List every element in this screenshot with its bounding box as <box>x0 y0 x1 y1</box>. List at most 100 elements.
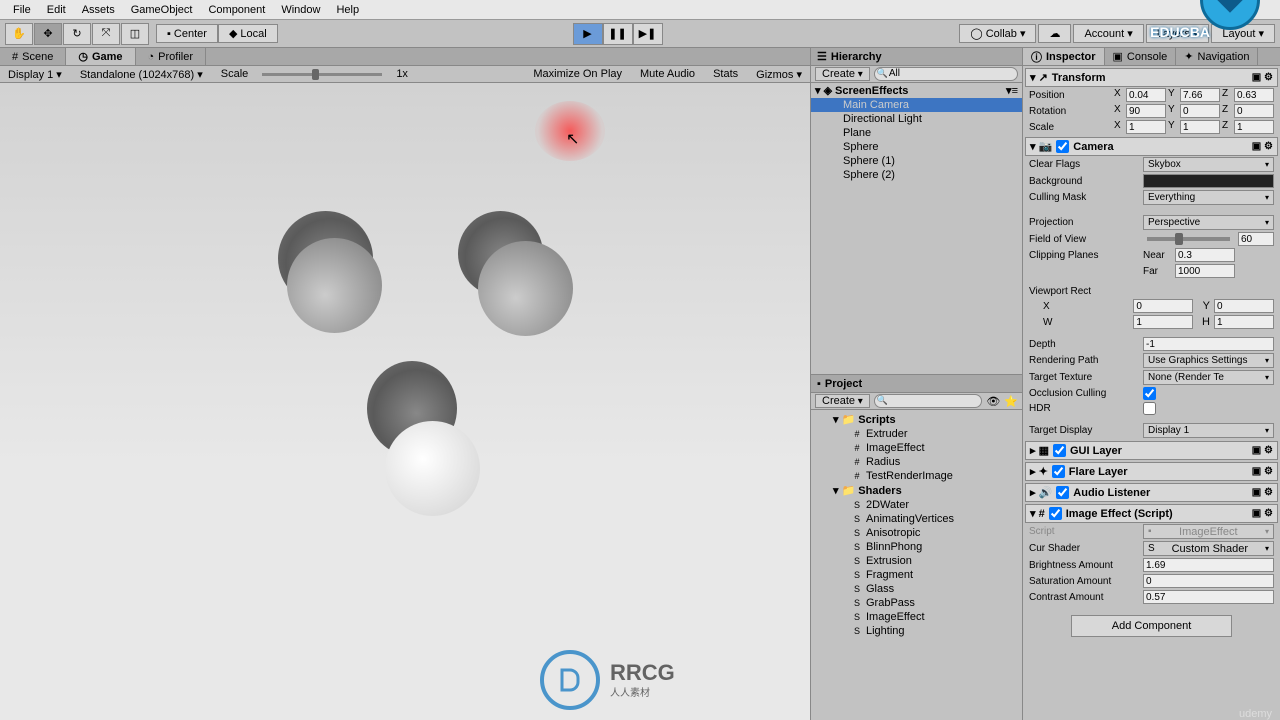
rotation-x-field[interactable] <box>1126 104 1166 118</box>
viewport-y-field[interactable] <box>1214 299 1274 313</box>
project-item[interactable]: SAnimatingVertices <box>811 512 1022 526</box>
gear-icon[interactable]: ▣ ⚙ <box>1252 487 1273 498</box>
image-effect-header[interactable]: ▾ # Image Effect (Script)▣ ⚙ <box>1025 504 1278 523</box>
camera-component-header[interactable]: ▾ 📷 Camera▣ ⚙ <box>1025 137 1278 156</box>
project-item[interactable]: S2DWater <box>811 498 1022 512</box>
gear-icon[interactable]: ▣ ⚙ <box>1252 141 1273 152</box>
transform-component-header[interactable]: ▾ ↗ Transform▣ ⚙ <box>1025 68 1278 87</box>
hierarchy-item-main-camera[interactable]: Main Camera <box>811 98 1022 112</box>
rotation-z-field[interactable] <box>1234 104 1274 118</box>
project-item[interactable]: SImageEffect <box>811 610 1022 624</box>
viewport-w-field[interactable] <box>1133 315 1193 329</box>
project-item[interactable]: SBlinnPhong <box>811 540 1022 554</box>
space-mode-button[interactable]: ◆ Local <box>218 24 278 43</box>
play-button[interactable]: ▶ <box>573 23 603 45</box>
hierarchy-item[interactable]: Sphere (2) <box>811 168 1022 182</box>
project-item[interactable]: SFragment <box>811 568 1022 582</box>
step-button[interactable]: ▶❚ <box>633 23 663 45</box>
gear-icon[interactable]: ▣ ⚙ <box>1252 508 1273 519</box>
hierarchy-item[interactable]: Sphere <box>811 140 1022 154</box>
gear-icon[interactable]: ▣ ⚙ <box>1252 466 1273 477</box>
tab-game[interactable]: ◷ Game <box>66 48 135 65</box>
tab-inspector[interactable]: ⓘ Inspector <box>1023 48 1105 65</box>
fov-field[interactable] <box>1238 232 1274 246</box>
flare-layer-checkbox[interactable] <box>1052 465 1065 478</box>
project-item[interactable]: SGlass <box>811 582 1022 596</box>
scale-x-field[interactable] <box>1126 120 1166 134</box>
project-folder-scripts[interactable]: ▾ 📁 Scripts <box>811 412 1022 427</box>
rotate-tool-button[interactable]: ↻ <box>63 23 91 45</box>
search-type-icon[interactable]: ⭐ <box>1004 395 1018 408</box>
resolution-dropdown[interactable]: Standalone (1024x768) ▾ <box>76 68 207 81</box>
gui-layer-checkbox[interactable] <box>1053 444 1066 457</box>
viewport-h-field[interactable] <box>1214 315 1274 329</box>
menu-assets[interactable]: Assets <box>74 4 123 16</box>
audio-listener-checkbox[interactable] <box>1056 486 1069 499</box>
fov-slider[interactable] <box>1147 237 1230 241</box>
maximize-toggle[interactable]: Maximize On Play <box>529 68 626 80</box>
project-panel-header[interactable]: ▪ Project <box>811 375 1022 393</box>
saturation-field[interactable] <box>1143 574 1274 588</box>
cloud-button[interactable]: ☁ <box>1038 24 1071 43</box>
project-item[interactable]: SLighting <box>811 624 1022 638</box>
target-texture-field[interactable]: None (Render Te <box>1143 370 1274 385</box>
project-item[interactable]: SGrabPass <box>811 596 1022 610</box>
project-item[interactable]: #TestRenderImage <box>811 469 1022 483</box>
rotation-y-field[interactable] <box>1180 104 1220 118</box>
occlusion-checkbox[interactable] <box>1143 387 1156 400</box>
position-y-field[interactable] <box>1180 88 1220 102</box>
audio-listener-header[interactable]: ▸ 🔊 Audio Listener▣ ⚙ <box>1025 483 1278 502</box>
project-item[interactable]: #ImageEffect <box>811 441 1022 455</box>
position-z-field[interactable] <box>1234 88 1274 102</box>
brightness-field[interactable] <box>1143 558 1274 572</box>
display-dropdown[interactable]: Display 1 ▾ <box>4 68 66 81</box>
search-filter-icon[interactable]: 👁 <box>986 395 1000 408</box>
image-effect-checkbox[interactable] <box>1049 507 1062 520</box>
project-item[interactable]: #Extruder <box>811 427 1022 441</box>
menu-component[interactable]: Component <box>200 4 273 16</box>
hierarchy-search[interactable]: All <box>874 67 1018 81</box>
pause-button[interactable]: ❚❚ <box>603 23 633 45</box>
tab-console[interactable]: ▣ Console <box>1105 48 1177 65</box>
menu-edit[interactable]: Edit <box>39 4 74 16</box>
gear-icon[interactable]: ▣ ⚙ <box>1252 72 1273 83</box>
position-x-field[interactable] <box>1126 88 1166 102</box>
scale-y-field[interactable] <box>1180 120 1220 134</box>
gui-layer-header[interactable]: ▸ ▦ GUI Layer▣ ⚙ <box>1025 441 1278 460</box>
project-folder-shaders[interactable]: ▾ 📁 Shaders <box>811 483 1022 498</box>
clear-flags-dropdown[interactable]: Skybox <box>1143 157 1274 172</box>
menu-gameobject[interactable]: GameObject <box>123 4 201 16</box>
hand-tool-button[interactable]: ✋ <box>5 23 33 45</box>
projection-dropdown[interactable]: Perspective <box>1143 215 1274 230</box>
hierarchy-item[interactable]: Sphere (1) <box>811 154 1022 168</box>
tab-profiler[interactable]: ◔ Profiler <box>136 48 207 65</box>
menu-file[interactable]: File <box>5 4 39 16</box>
hierarchy-create-button[interactable]: Create ▾ <box>815 67 870 81</box>
hierarchy-scene-root[interactable]: ▾ ◈ ScreenEffects▾≡ <box>811 83 1022 98</box>
near-field[interactable] <box>1175 248 1235 262</box>
target-display-dropdown[interactable]: Display 1 <box>1143 423 1274 438</box>
scale-z-field[interactable] <box>1234 120 1274 134</box>
tab-navigation[interactable]: ✦Navigation <box>1176 48 1258 65</box>
stats-toggle[interactable]: Stats <box>709 68 742 80</box>
flare-layer-header[interactable]: ▸ ✦ Flare Layer▣ ⚙ <box>1025 462 1278 481</box>
scale-slider[interactable] <box>262 73 382 76</box>
hierarchy-item[interactable]: Plane <box>811 126 1022 140</box>
project-item[interactable]: #Radius <box>811 455 1022 469</box>
rect-tool-button[interactable]: ◫ <box>121 23 149 45</box>
project-search[interactable] <box>874 394 982 408</box>
culling-mask-dropdown[interactable]: Everything <box>1143 190 1274 205</box>
project-item[interactable]: SAnisotropic <box>811 526 1022 540</box>
gear-icon[interactable]: ▣ ⚙ <box>1252 445 1273 456</box>
add-component-button[interactable]: Add Component <box>1071 615 1233 637</box>
project-create-button[interactable]: Create ▾ <box>815 394 870 408</box>
contrast-field[interactable] <box>1143 590 1274 604</box>
move-tool-button[interactable]: ✥ <box>34 23 62 45</box>
tab-scene[interactable]: # Scene <box>0 48 66 65</box>
viewport-x-field[interactable] <box>1133 299 1193 313</box>
scale-tool-button[interactable]: ⤧ <box>92 23 120 45</box>
menu-window[interactable]: Window <box>273 4 328 16</box>
hdr-checkbox[interactable] <box>1143 402 1156 415</box>
depth-field[interactable] <box>1143 337 1274 351</box>
rendering-path-dropdown[interactable]: Use Graphics Settings <box>1143 353 1274 368</box>
